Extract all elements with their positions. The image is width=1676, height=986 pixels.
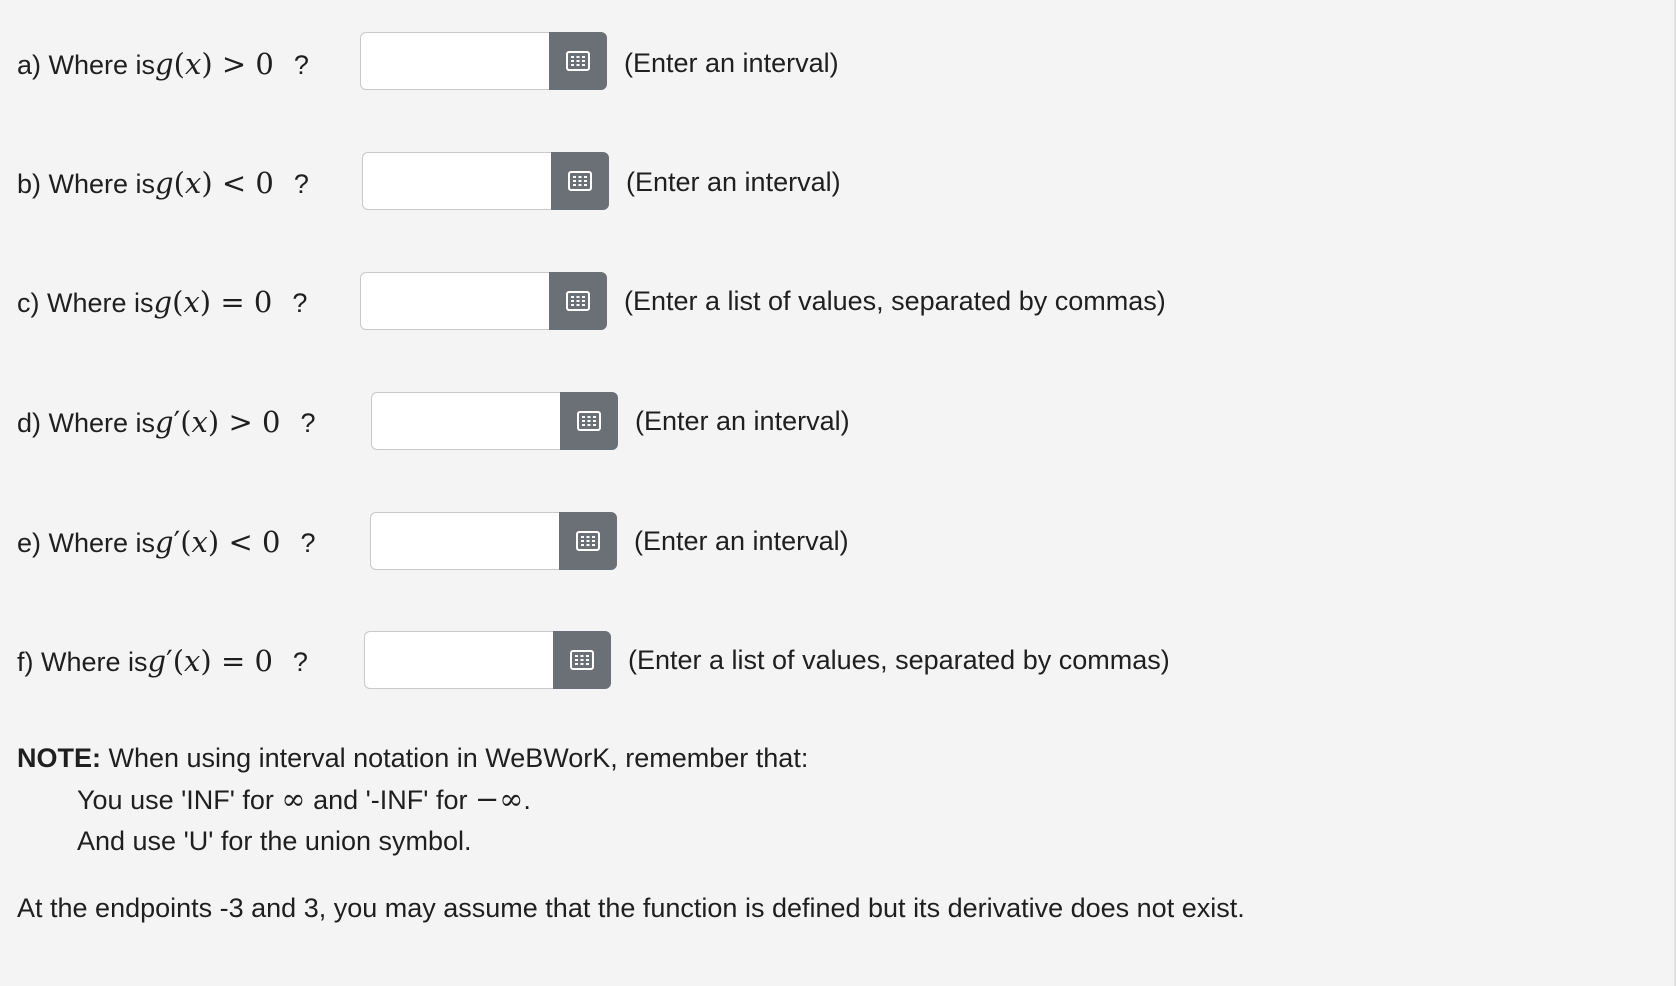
operator: > [228, 405, 253, 439]
answer-input-f[interactable] [364, 631, 553, 689]
prime-mark: ′ [166, 644, 173, 678]
math-editor-button-c[interactable] [549, 272, 607, 330]
note-line-3: And use 'U' for the union symbol. [77, 826, 472, 856]
rhs-value: 0 [261, 525, 281, 559]
operator: < [228, 525, 253, 559]
answer-group-b [362, 152, 609, 210]
answer-input-b[interactable] [362, 152, 551, 210]
note-line-1: NOTE: When using interval notation in We… [17, 738, 808, 779]
hint-e: (Enter an interval) [634, 525, 849, 556]
question-label: b) Where is [17, 169, 156, 199]
math-expression: g′(x) < 0 [155, 525, 281, 559]
answer-group-c [360, 272, 607, 330]
function-name: g [155, 166, 174, 200]
note-line-2: You use 'INF' for ∞ and '-INF' for −∞. [17, 779, 808, 821]
question-mark: ? [292, 647, 308, 677]
operator: = [220, 285, 245, 319]
question-mark: ? [293, 50, 309, 80]
hint-c: (Enter a list of values, separated by co… [624, 285, 1166, 316]
question-label: f) Where is [17, 647, 148, 677]
neg-infinity-symbol: −∞ [474, 782, 524, 816]
hint-a: (Enter an interval) [624, 47, 839, 78]
function-name: g [153, 285, 173, 319]
question-row-a: a) Where is g(x) > 0 ? [17, 34, 309, 94]
note-block: NOTE: When using interval notation in We… [17, 738, 808, 862]
answer-input-e[interactable] [370, 512, 559, 570]
question-mark: ? [300, 408, 316, 438]
function-name: g [155, 525, 174, 559]
rhs-value: 0 [261, 405, 281, 439]
question-label: d) Where is [17, 408, 156, 438]
question-row-b: b) Where is g(x) < 0 ? [17, 153, 309, 213]
rhs-value: 0 [255, 166, 274, 200]
infinity-symbol: ∞ [281, 782, 306, 816]
rhs-value: 0 [255, 47, 274, 81]
answer-group-d [371, 392, 618, 450]
question-label: a) Where is [17, 50, 156, 80]
question-mark: ? [293, 169, 309, 199]
answer-group-a [360, 32, 607, 90]
question-row-c: c) Where is g(x) = 0 ? [17, 272, 307, 332]
hint-b: (Enter an interval) [626, 166, 841, 197]
note-text: When using interval notation in WeBWorK,… [101, 743, 809, 773]
answer-input-d[interactable] [371, 392, 560, 450]
grid-keypad-icon [566, 291, 590, 311]
grid-keypad-icon [566, 51, 590, 71]
hint-f: (Enter a list of values, separated by co… [628, 644, 1170, 675]
math-editor-button-d[interactable] [560, 392, 618, 450]
grid-keypad-icon [577, 411, 601, 431]
math-editor-button-b[interactable] [551, 152, 609, 210]
question-text-b: b) Where is g(x) < 0 ? [17, 166, 309, 200]
grid-keypad-icon [576, 531, 600, 551]
footer-text: At the endpoints -3 and 3, you may assum… [17, 893, 1245, 923]
note-text: and '-INF' for [305, 785, 475, 815]
answer-input-c[interactable] [360, 272, 549, 330]
question-label: c) Where is [17, 288, 154, 318]
function-name: g [155, 405, 174, 439]
question-row-e: e) Where is g′(x) < 0 ? [17, 512, 315, 572]
question-row-d: d) Where is g′(x) > 0 ? [17, 392, 315, 452]
math-expression: g(x) = 0 [153, 285, 273, 319]
question-text-f: f) Where is g′(x) = 0 ? [17, 644, 308, 678]
note-text: . [523, 785, 531, 815]
answer-input-a[interactable] [360, 32, 549, 90]
question-text-d: d) Where is g′(x) > 0 ? [17, 405, 315, 439]
question-row-f: f) Where is g′(x) = 0 ? [17, 631, 308, 691]
note-text: You use 'INF' for [77, 785, 282, 815]
math-expression: g′(x) = 0 [147, 644, 273, 678]
answer-group-e [370, 512, 617, 570]
note-label: NOTE: [17, 743, 101, 773]
math-expression: g(x) < 0 [155, 166, 274, 200]
math-editor-button-f[interactable] [553, 631, 611, 689]
operator: < [221, 166, 247, 200]
operator: > [221, 47, 247, 81]
rhs-value: 0 [253, 285, 273, 319]
question-label: e) Where is [17, 528, 156, 558]
question-mark: ? [300, 528, 316, 558]
question-text-c: c) Where is g(x) = 0 ? [17, 285, 307, 319]
answer-group-f [364, 631, 611, 689]
question-mark: ? [292, 288, 308, 318]
function-name: g [147, 644, 167, 678]
question-text-a: a) Where is g(x) > 0 ? [17, 47, 309, 81]
grid-keypad-icon [570, 650, 594, 670]
math-editor-button-a[interactable] [549, 32, 607, 90]
grid-keypad-icon [568, 171, 592, 191]
function-name: g [155, 47, 174, 81]
question-text-e: e) Where is g′(x) < 0 ? [17, 525, 315, 559]
math-editor-button-e[interactable] [559, 512, 617, 570]
math-expression: g(x) > 0 [155, 47, 274, 81]
hint-d: (Enter an interval) [635, 405, 850, 436]
rhs-value: 0 [254, 644, 273, 678]
math-expression: g′(x) > 0 [155, 405, 281, 439]
operator: = [220, 644, 246, 678]
